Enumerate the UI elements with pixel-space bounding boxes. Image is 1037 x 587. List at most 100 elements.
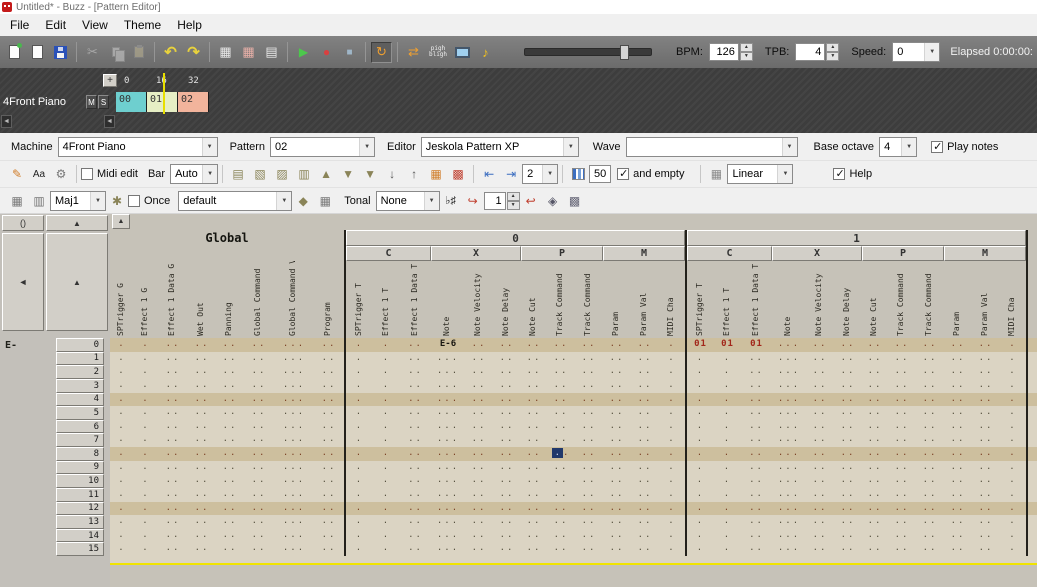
pattern-cell[interactable]: .. bbox=[314, 379, 344, 393]
bpm-value[interactable]: 126 bbox=[709, 43, 739, 61]
pattern-cell[interactable]: .. bbox=[465, 529, 493, 543]
pattern-cell[interactable]: .. bbox=[314, 447, 344, 461]
pattern-cell[interactable]: .. bbox=[806, 474, 834, 488]
pattern-cell[interactable]: .. bbox=[547, 338, 575, 352]
pattern-cell[interactable]: .. bbox=[834, 529, 862, 543]
pattern-cell[interactable]: .. bbox=[158, 461, 188, 475]
pattern-cell[interactable]: . bbox=[714, 529, 741, 543]
pattern-cell[interactable]: .. bbox=[400, 542, 431, 556]
column-group-header[interactable]: X bbox=[772, 246, 862, 261]
pattern-cell[interactable]: . bbox=[134, 433, 158, 447]
pattern-cell[interactable]: .. bbox=[575, 379, 603, 393]
pattern-cell[interactable]: .. bbox=[888, 406, 916, 420]
pattern-cell[interactable]: . bbox=[1000, 542, 1026, 556]
row-number[interactable]: 7 bbox=[56, 433, 104, 447]
pattern-grid[interactable]: ▲ Global01 CXPMCXPM SPTrigger GEffect 1 … bbox=[110, 214, 1037, 587]
pattern-cell[interactable]: .. bbox=[188, 433, 216, 447]
pattern-cell[interactable]: .. bbox=[944, 338, 972, 352]
pattern-cell[interactable]: .. bbox=[244, 542, 274, 556]
solo-button[interactable]: S bbox=[98, 95, 109, 109]
row-number[interactable]: 5 bbox=[56, 406, 104, 420]
row-number[interactable]: 12 bbox=[56, 502, 104, 516]
pattern-cell[interactable]: .. bbox=[916, 379, 944, 393]
pattern-cell[interactable]: .. bbox=[158, 529, 188, 543]
count-spin-arrows[interactable]: ▲▼ bbox=[507, 192, 520, 210]
pattern-cell[interactable]: . bbox=[110, 365, 134, 379]
pattern-cell[interactable]: . bbox=[110, 420, 134, 434]
pattern-cell[interactable]: ... bbox=[431, 474, 465, 488]
pattern-cell[interactable]: .. bbox=[575, 474, 603, 488]
pattern-cell[interactable]: ... bbox=[431, 352, 465, 366]
pattern-cell[interactable]: .. bbox=[972, 420, 1000, 434]
pattern-cell[interactable]: .. bbox=[806, 447, 834, 461]
row-number[interactable]: 10 bbox=[56, 474, 104, 488]
pattern-cell[interactable]: .. bbox=[521, 515, 547, 529]
pattern-cell[interactable]: .. bbox=[158, 474, 188, 488]
pattern-cell[interactable]: .. bbox=[603, 365, 631, 379]
pattern-cell[interactable]: .. bbox=[972, 352, 1000, 366]
pattern-cell[interactable]: .. bbox=[603, 393, 631, 407]
pattern-cell[interactable]: . bbox=[714, 447, 741, 461]
pattern-cell[interactable]: . bbox=[1000, 447, 1026, 461]
scroll-up-button[interactable]: ▲ bbox=[46, 215, 108, 231]
pattern-cell[interactable]: .. bbox=[244, 488, 274, 502]
pattern-cell[interactable]: .. bbox=[972, 474, 1000, 488]
record-button[interactable]: ● bbox=[316, 42, 337, 63]
pattern-cell[interactable]: .. bbox=[547, 365, 575, 379]
pattern-cell[interactable]: ... bbox=[772, 529, 806, 543]
tpb-spinner[interactable]: 4 ▲▼ bbox=[795, 43, 839, 61]
pattern-cell[interactable]: .. bbox=[972, 529, 1000, 543]
pattern-cell[interactable]: .. bbox=[888, 502, 916, 516]
pattern-cell[interactable]: ... bbox=[274, 352, 314, 366]
hatch-icon[interactable]: ▩ bbox=[565, 191, 585, 211]
pattern-cell[interactable]: .. bbox=[862, 365, 888, 379]
pattern-cell[interactable]: .. bbox=[806, 379, 834, 393]
pattern-cell[interactable]: .. bbox=[916, 406, 944, 420]
pattern-cell[interactable]: . bbox=[659, 420, 685, 434]
pattern-cell[interactable]: .. bbox=[400, 447, 431, 461]
pattern-cell[interactable]: .. bbox=[493, 393, 521, 407]
column-group-header[interactable]: M bbox=[944, 246, 1026, 261]
once-checkbox[interactable] bbox=[128, 195, 140, 207]
pattern-cell[interactable]: ... bbox=[431, 529, 465, 543]
row-number[interactable]: 0 bbox=[56, 338, 104, 352]
pattern-cell[interactable]: .. bbox=[158, 352, 188, 366]
pattern-cell[interactable]: .. bbox=[741, 352, 772, 366]
pattern-cell[interactable]: .. bbox=[575, 461, 603, 475]
pattern-cell[interactable]: .. bbox=[888, 433, 916, 447]
pattern-cell[interactable]: ... bbox=[772, 447, 806, 461]
pattern-cell[interactable]: ... bbox=[431, 502, 465, 516]
pattern-cell[interactable]: .. bbox=[493, 406, 521, 420]
pattern-cell[interactable]: . bbox=[687, 461, 714, 475]
pattern-cell[interactable]: . bbox=[373, 461, 400, 475]
pattern-cell[interactable]: .. bbox=[521, 406, 547, 420]
pattern-cell[interactable]: . bbox=[110, 338, 134, 352]
pattern-cell[interactable]: . bbox=[1000, 420, 1026, 434]
pattern-cell[interactable]: .. bbox=[888, 542, 916, 556]
pattern-cell[interactable]: .. bbox=[400, 502, 431, 516]
pattern-cell[interactable]: . bbox=[659, 379, 685, 393]
pattern-cell[interactable]: .. bbox=[493, 529, 521, 543]
pattern-cell[interactable]: .. bbox=[862, 406, 888, 420]
sequence-pattern-cell[interactable]: 00 bbox=[116, 92, 147, 112]
pattern-cell[interactable]: ... bbox=[772, 474, 806, 488]
pattern-cell[interactable]: .. bbox=[216, 474, 244, 488]
pattern-cell[interactable]: .. bbox=[944, 379, 972, 393]
pattern-rows[interactable]: ...................E-6...............010… bbox=[110, 338, 1037, 556]
pattern-cell[interactable]: . bbox=[1000, 406, 1026, 420]
pattern-cell[interactable]: . bbox=[373, 502, 400, 516]
pattern-cell[interactable]: .. bbox=[158, 379, 188, 393]
pattern-cell[interactable]: .. bbox=[944, 529, 972, 543]
rotate-right-icon[interactable]: ⇥ bbox=[501, 164, 521, 184]
pattern-cell[interactable]: .. bbox=[806, 352, 834, 366]
pattern-cell[interactable]: . bbox=[346, 474, 373, 488]
pattern-cell[interactable]: ... bbox=[772, 502, 806, 516]
pattern-cell[interactable]: ... bbox=[772, 433, 806, 447]
grab-row-icon[interactable]: ▧ bbox=[250, 164, 270, 184]
pattern-cell[interactable]: ... bbox=[772, 406, 806, 420]
pattern-cell[interactable]: ... bbox=[431, 447, 465, 461]
row-number[interactable]: 6 bbox=[56, 420, 104, 434]
pattern-cell[interactable]: .. bbox=[888, 379, 916, 393]
pattern-cell[interactable]: .. bbox=[631, 379, 659, 393]
pattern-cell[interactable]: .. bbox=[158, 365, 188, 379]
